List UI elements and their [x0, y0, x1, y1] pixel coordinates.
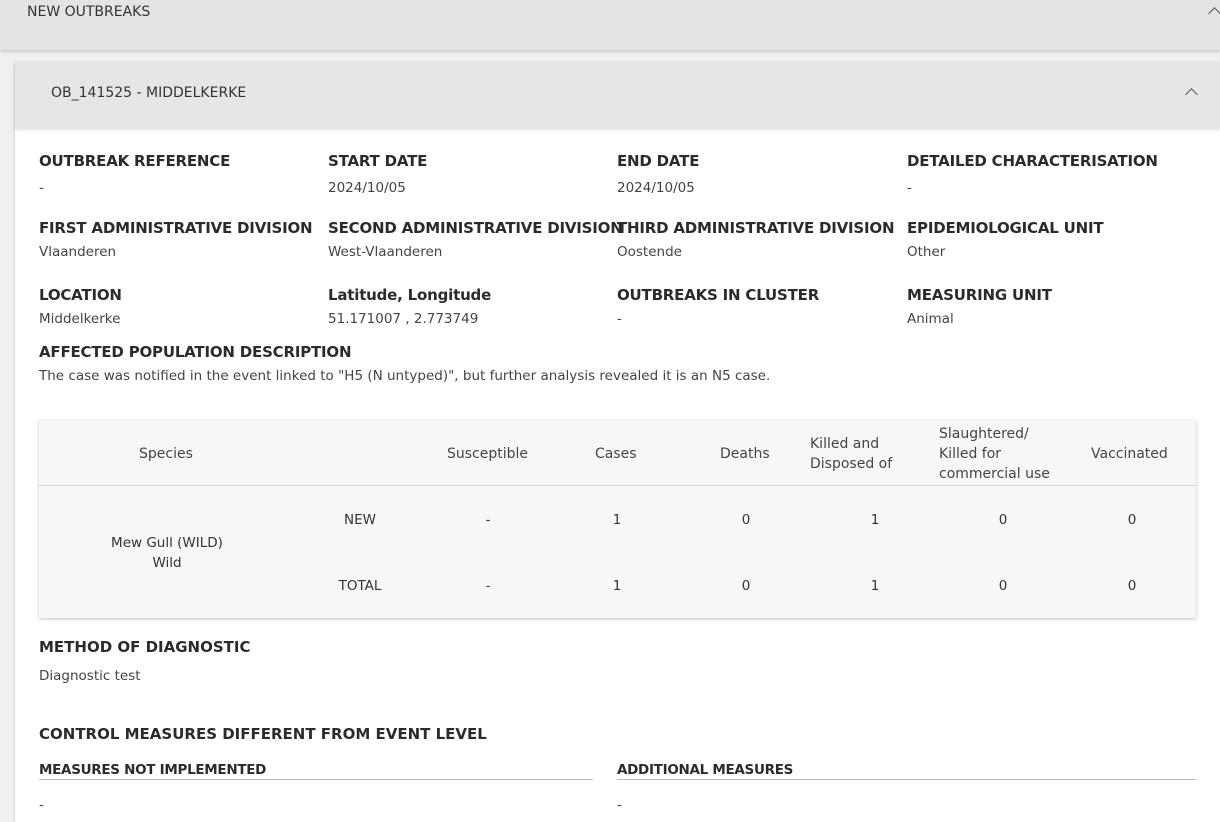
field-label: THIRD ADMINISTRATIVE DIVISION	[617, 219, 895, 237]
cell-killed: 1	[870, 512, 880, 528]
header-line: Slaughtered/	[939, 426, 1029, 442]
col-header-deaths: Deaths	[720, 446, 770, 462]
field-start-date: START DATE 2024/10/05	[328, 152, 427, 196]
field-value: 2024/10/05	[617, 180, 695, 196]
field-label: MEASURING UNIT	[907, 286, 1052, 304]
field-label: LOCATION	[39, 286, 122, 304]
field-lat-long: Latitude, Longitude 51.171007 , 2.773749	[328, 286, 491, 327]
divider	[617, 779, 1196, 780]
measures-not-implemented-value: -	[39, 797, 44, 813]
field-location: LOCATION Middelkerke	[39, 286, 122, 327]
field-value: 51.171007 , 2.773749	[328, 311, 479, 327]
field-value: Oostende	[617, 244, 682, 260]
additional-measures-value: -	[617, 797, 622, 813]
species-cell: Mew Gull (WILD) Wild	[87, 533, 247, 573]
row-label: TOTAL	[338, 578, 382, 594]
field-first-admin-division: FIRST ADMINISTRATIVE DIVISION Vlaanderen	[39, 219, 313, 260]
field-label: Latitude, Longitude	[328, 286, 492, 304]
field-label: FIRST ADMINISTRATIVE DIVISION	[39, 219, 313, 237]
field-label: END DATE	[617, 152, 700, 170]
col-header-killed: Killed and Disposed of	[810, 434, 892, 474]
new-outbreaks-header[interactable]: NEW OUTBREAKS	[0, 0, 1220, 50]
field-second-admin-division: SECOND ADMINISTRATIVE DIVISION West-Vlaa…	[328, 219, 623, 260]
cell-cases: 1	[612, 512, 622, 528]
field-outbreaks-in-cluster: OUTBREAKS IN CLUSTER -	[617, 286, 819, 327]
field-value: Other	[907, 244, 946, 260]
cell-cases: 1	[612, 578, 622, 594]
outbreak-title: OB_141525 - MIDDELKERKE	[51, 85, 247, 101]
field-end-date: END DATE 2024/10/05	[617, 152, 699, 196]
field-measuring-unit: MEASURING UNIT Animal	[907, 286, 1052, 327]
field-label: EPIDEMIOLOGICAL UNIT	[907, 219, 1104, 237]
field-value: -	[907, 180, 912, 196]
header-line: Killed and	[810, 436, 880, 452]
field-detailed-characterisation: DETAILED CHARACTERISATION -	[907, 152, 1158, 196]
col-header-susceptible: Susceptible	[447, 446, 529, 462]
outbreak-panel: OB_141525 - MIDDELKERKE OUTBREAK REFEREN…	[15, 62, 1220, 822]
cell-deaths: 0	[741, 578, 751, 594]
species-name: Mew Gull (WILD)	[111, 535, 223, 551]
field-value: The case was notified in the event linke…	[39, 368, 771, 384]
col-header-species: Species	[139, 446, 193, 462]
divider	[39, 779, 593, 780]
species-type: Wild	[152, 555, 182, 571]
measures-not-implemented-label: MEASURES NOT IMPLEMENTED	[39, 762, 267, 778]
row-label: NEW	[344, 512, 376, 528]
cell-vaccinated: 0	[1127, 578, 1137, 594]
cell-slaughtered: 0	[998, 512, 1008, 528]
col-header-cases: Cases	[595, 446, 637, 462]
cell-vaccinated: 0	[1127, 512, 1137, 528]
field-value: Vlaanderen	[39, 244, 117, 260]
header-line: Killed for	[939, 446, 1002, 462]
population-table: Species Susceptible Cases Deaths Killed …	[39, 420, 1196, 618]
header-line: commercial use	[939, 466, 1050, 482]
cell-killed: 1	[870, 578, 880, 594]
field-value: -	[617, 311, 622, 327]
col-header-vaccinated: Vaccinated	[1091, 446, 1168, 462]
control-measures-title: CONTROL MEASURES DIFFERENT FROM EVENT LE…	[39, 725, 487, 743]
outbreak-panel-header[interactable]: OB_141525 - MIDDELKERKE	[15, 62, 1220, 128]
cell-susceptible: -	[485, 512, 491, 528]
field-label: AFFECTED POPULATION DESCRIPTION	[39, 343, 352, 361]
new-outbreaks-title: NEW OUTBREAKS	[27, 4, 151, 20]
cell-susceptible: -	[485, 578, 491, 594]
chevron-up-icon[interactable]	[1208, 7, 1220, 20]
field-label: DETAILED CHARACTERISATION	[907, 152, 1158, 170]
table-header-divider	[39, 485, 1196, 486]
field-value: 2024/10/05	[328, 180, 406, 196]
cell-deaths: 0	[741, 512, 751, 528]
field-third-admin-division: THIRD ADMINISTRATIVE DIVISION Oostende	[617, 219, 895, 260]
header-line: Disposed of	[810, 456, 893, 472]
field-value: -	[39, 180, 44, 196]
field-outbreak-reference: OUTBREAK REFERENCE -	[39, 152, 230, 196]
field-label: OUTBREAK REFERENCE	[39, 152, 231, 170]
cell-slaughtered: 0	[998, 578, 1008, 594]
field-value: West-Vlaanderen	[328, 244, 443, 260]
chevron-up-icon[interactable]	[1185, 88, 1198, 101]
field-value: Middelkerke	[39, 311, 121, 327]
field-epidemiological-unit: EPIDEMIOLOGICAL UNIT Other	[907, 219, 1104, 260]
field-label: START DATE	[328, 152, 428, 170]
method-of-diagnostic-label: METHOD OF DIAGNOSTIC	[39, 638, 251, 656]
field-label: SECOND ADMINISTRATIVE DIVISION	[328, 219, 623, 237]
col-header-slaughtered: Slaughtered/ Killed for commercial use	[939, 424, 1050, 484]
field-label: OUTBREAKS IN CLUSTER	[617, 286, 820, 304]
additional-measures-label: ADDITIONAL MEASURES	[617, 762, 794, 778]
method-of-diagnostic-value: Diagnostic test	[39, 668, 141, 684]
field-value: Animal	[907, 311, 954, 327]
field-affected-population: AFFECTED POPULATION DESCRIPTION The case…	[39, 343, 770, 384]
